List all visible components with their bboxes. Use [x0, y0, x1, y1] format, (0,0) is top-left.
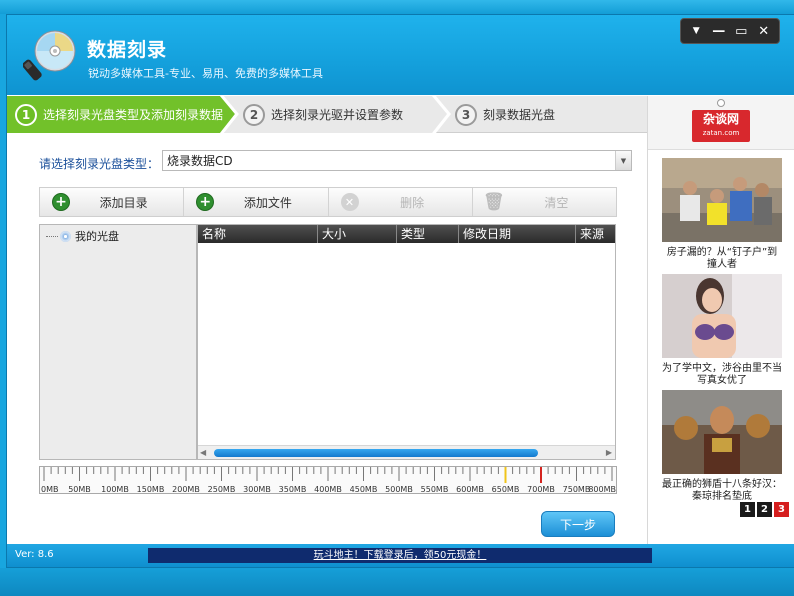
next-button[interactable]: 下一步	[541, 511, 615, 537]
ad-item[interactable]: 为了学中文，涉谷由里不当写真女优了	[662, 274, 782, 387]
trash-icon: 🗑	[482, 191, 505, 212]
chevron-down-icon[interactable]: ▼	[615, 151, 631, 170]
status-bar: Ver: 8.6 玩斗地主！下载登录后，领50元现金！	[7, 544, 794, 567]
disc-type-select[interactable]: 烧录数据CD ▼	[162, 150, 632, 171]
ruler-label: 450MB	[350, 485, 378, 494]
ad-page-3[interactable]: 3	[774, 502, 789, 517]
app-window: 数据刻录 锐动多媒体工具-专业、易用、免费的多媒体工具 ▼ — ▭ ✕ 1 选择…	[6, 14, 794, 568]
ad-item[interactable]: 房子漏的？从“钉子户”到撞人者	[662, 158, 782, 271]
ruler-label: 350MB	[279, 485, 307, 494]
ad-header: 杂谈网 zatan.com	[648, 96, 794, 150]
add-folder-button[interactable]: + 添加目录	[40, 188, 185, 216]
step-1-label: 选择刻录光盘类型及添加刻录数据	[43, 108, 224, 122]
ruler-label: 800MB	[588, 485, 616, 494]
disc-type-label: 请选择刻录光盘类型：	[39, 157, 160, 171]
disc-tree[interactable]: 我的光盘	[39, 224, 197, 460]
file-list-header: 名称 大小 类型 修改日期 来源	[198, 225, 615, 243]
minimize-button[interactable]: —	[709, 22, 729, 40]
ruler-label: 150MB	[137, 485, 165, 494]
ad-photo-people[interactable]	[662, 158, 782, 242]
app-title: 数据刻录	[87, 39, 168, 61]
ad-photo-woman[interactable]	[662, 274, 782, 358]
tree-connector	[46, 235, 58, 237]
ad-logo[interactable]: 杂谈网 zatan.com	[692, 110, 750, 142]
disc-icon	[60, 230, 71, 242]
ruler-label: 750MB	[563, 485, 591, 494]
column-type[interactable]: 类型	[397, 225, 459, 243]
horizontal-scrollbar[interactable]: ◀ ▶	[198, 445, 615, 459]
ad-page-1[interactable]: 1	[740, 502, 755, 517]
ruler-label: 550MB	[421, 485, 449, 494]
promo-link[interactable]: 玩斗地主！下载登录后，领50元现金！	[314, 550, 487, 561]
step-1[interactable]: 1 选择刻录光盘类型及添加刻录数据	[15, 96, 223, 133]
ruler-label: 250MB	[208, 485, 236, 494]
ad-caption[interactable]: 最正确的狮盾十八条好汉：秦琼排名垫底	[662, 479, 782, 503]
column-name[interactable]: 名称	[198, 225, 318, 243]
ruler-label: 700MB	[527, 485, 555, 494]
step-1-number: 1	[15, 103, 37, 126]
version-label: Ver: 8.6	[15, 549, 54, 560]
ad-logo-subtext: zatan.com	[702, 129, 740, 137]
ruler-label: 300MB	[243, 485, 271, 494]
step-3-label: 刻录数据光盘	[483, 108, 556, 122]
ad-caption[interactable]: 房子漏的？从“钉子户”到撞人者	[662, 247, 782, 271]
step-2-number: 2	[243, 103, 265, 126]
ad-sidebar: 杂谈网 zatan.com 房子漏的？从“钉子户”到撞人者 为了学中文，涉谷由里…	[647, 96, 794, 544]
ruler-label: 500MB	[385, 485, 413, 494]
ad-logo-text: 杂谈网	[702, 112, 739, 126]
capacity-ruler: 0MB 50MB 100MB 150MB 200MB 250MB 300MB 350MB 400…	[39, 466, 617, 494]
close-button[interactable]: ✕	[754, 22, 774, 40]
column-size[interactable]: 大小	[318, 225, 397, 243]
scroll-right-arrow-icon[interactable]: ▶	[606, 448, 612, 457]
ruler-label: 400MB	[314, 485, 342, 494]
step-3-number: 3	[455, 103, 477, 126]
ruler-label: 600MB	[456, 485, 484, 494]
desktop-top-bar	[0, 0, 794, 14]
ad-page-2[interactable]: 2	[757, 502, 772, 517]
promo-marquee[interactable]: 玩斗地主！下载登录后，领50元现金！	[148, 548, 652, 563]
column-modified[interactable]: 修改日期	[459, 225, 576, 243]
ruler-label: 650MB	[492, 485, 520, 494]
ad-item[interactable]: 最正确的狮盾十八条好汉：秦琼排名垫底	[662, 390, 782, 503]
delete-button[interactable]: ✕ 删除	[329, 188, 473, 216]
ad-photo-warrior[interactable]	[662, 390, 782, 474]
clear-button[interactable]: 🗑 清空	[473, 188, 616, 216]
file-list[interactable]: 名称 大小 类型 修改日期 来源 ◀ ▶	[197, 224, 616, 460]
window-controls: ▼ — ▭ ✕	[680, 18, 780, 44]
scroll-left-arrow-icon[interactable]: ◀	[200, 448, 206, 457]
tree-item-label: 我的光盘	[75, 230, 119, 243]
desktop-bottom-bar	[0, 568, 794, 596]
file-toolbar: + 添加目录 + 添加文件 ✕ 删除 🗑 清空	[39, 187, 617, 217]
disc-type-value: 烧录数据CD	[167, 154, 233, 168]
step-2-label: 选择刻录光驱并设置参数	[271, 108, 404, 122]
ruler-label: 100MB	[101, 485, 129, 494]
plus-icon: +	[52, 193, 70, 211]
wizard-steps: 1 选择刻录光盘类型及添加刻录数据 2 选择刻录光驱并设置参数 3 刻录数据光盘	[7, 96, 647, 133]
delete-x-icon: ✕	[340, 193, 359, 211]
scrollbar-thumb[interactable]	[214, 449, 538, 457]
burn-disc-logo-icon	[23, 30, 76, 81]
ruler-label: 50MB	[68, 485, 91, 494]
ruler-label: 200MB	[172, 485, 200, 494]
pin-icon	[717, 99, 725, 107]
step-3[interactable]: 3 刻录数据光盘	[455, 96, 555, 133]
ad-pager: 1 2 3	[740, 502, 789, 517]
ruler-label: 0MB	[41, 485, 58, 494]
app-header: 数据刻录 锐动多媒体工具-专业、易用、免费的多媒体工具 ▼ — ▭ ✕	[7, 15, 794, 95]
menu-dropdown-icon[interactable]: ▼	[686, 22, 706, 40]
column-source[interactable]: 来源	[576, 225, 615, 243]
app-subtitle: 锐动多媒体工具-专业、易用、免费的多媒体工具	[88, 67, 323, 80]
maximize-button[interactable]: ▭	[731, 22, 751, 40]
tree-item-my-disc[interactable]: 我的光盘	[46, 228, 119, 244]
add-file-button[interactable]: + 添加文件	[184, 188, 329, 216]
step-2[interactable]: 2 选择刻录光驱并设置参数	[243, 96, 403, 133]
ad-caption[interactable]: 为了学中文，涉谷由里不当写真女优了	[662, 363, 782, 387]
